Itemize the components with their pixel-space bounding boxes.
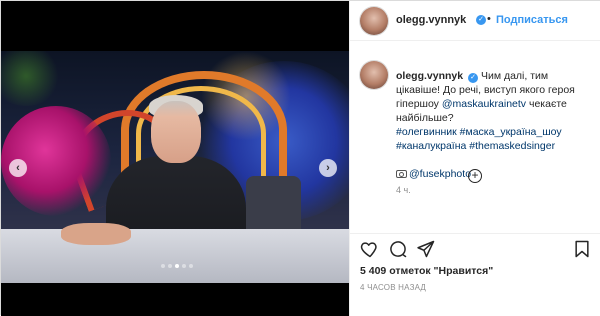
avatar[interactable] bbox=[360, 7, 388, 35]
caption-text: olegg.vynnyk ✓ Чим далі, тим цікавіше! Д… bbox=[396, 69, 592, 181]
carousel-prev-button[interactable]: ‹ bbox=[9, 159, 27, 177]
person-hands bbox=[61, 223, 131, 245]
carousel-dot bbox=[182, 264, 186, 268]
carousel-dot bbox=[161, 264, 165, 268]
likes-count[interactable]: 5 409 отметок "Нравится" bbox=[360, 265, 493, 277]
share-icon[interactable] bbox=[416, 239, 436, 259]
heart-icon[interactable] bbox=[360, 239, 380, 259]
caption-time: 4 ч. bbox=[396, 185, 411, 195]
photo-credit-link[interactable]: @fusekphoto bbox=[409, 168, 471, 180]
carousel-indicator bbox=[161, 264, 193, 268]
action-bar bbox=[350, 233, 600, 261]
caption-username[interactable]: olegg.vynnyk bbox=[396, 70, 463, 82]
carousel-dot bbox=[189, 264, 193, 268]
author-username[interactable]: olegg.vynnyk bbox=[396, 14, 466, 26]
hashtag-links[interactable]: #олегвинник #маска_україна_шоу bbox=[396, 126, 562, 138]
follow-button[interactable]: Подписаться bbox=[496, 14, 568, 26]
desk bbox=[1, 229, 349, 283]
verified-badge-icon: ✓ bbox=[468, 73, 479, 83]
post-sidebar: olegg.vynnyk ✓ • Подписаться olegg.vynny… bbox=[349, 1, 600, 316]
post-header: olegg.vynnyk ✓ • Подписаться bbox=[350, 1, 600, 41]
carousel-dot bbox=[175, 264, 179, 268]
camera-icon bbox=[396, 170, 407, 178]
instagram-post: ‹ › olegg.vynnyk ✓ • Подписаться olegg.v… bbox=[0, 0, 600, 316]
bookmark-icon[interactable] bbox=[572, 239, 592, 259]
background-foliage bbox=[1, 51, 61, 106]
load-more-comments-button[interactable]: + bbox=[468, 169, 482, 183]
verified-badge-icon: ✓ bbox=[476, 15, 486, 25]
post-media[interactable]: ‹ › bbox=[1, 1, 349, 316]
mention-link[interactable]: @maskaukrainetv bbox=[442, 98, 526, 110]
comment-icon[interactable] bbox=[388, 239, 408, 259]
post-timestamp: 4 ЧАСОВ НАЗАД bbox=[360, 283, 427, 292]
carousel-next-button[interactable]: › bbox=[319, 159, 337, 177]
separator-dot: • bbox=[487, 13, 491, 25]
post-photo[interactable] bbox=[1, 51, 349, 283]
avatar[interactable] bbox=[360, 61, 388, 89]
hashtag-links[interactable]: #каналукраїна #themaskedsinger bbox=[396, 140, 555, 152]
person-head bbox=[151, 101, 201, 163]
carousel-dot bbox=[168, 264, 172, 268]
